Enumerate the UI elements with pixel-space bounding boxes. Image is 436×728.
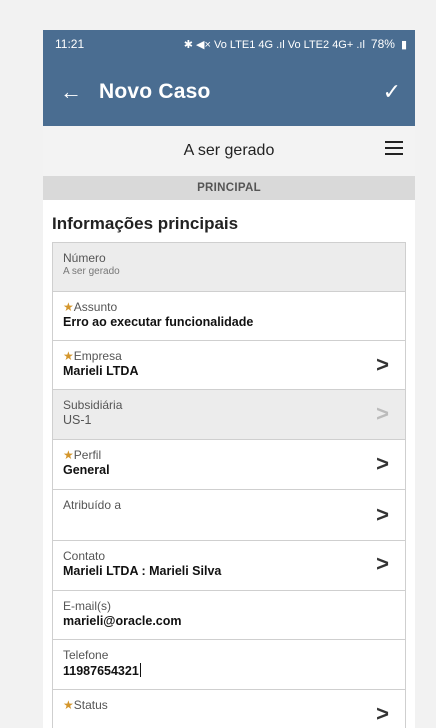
field-empresa[interactable]: ★Empresa Marieli LTDA > [52,341,406,390]
field-label: Número [63,251,106,265]
record-title: A ser gerado [183,142,275,159]
required-star-icon: ★ [63,448,74,462]
required-star-icon: ★ [63,349,74,363]
chevron-right-icon[interactable]: > [376,551,389,577]
form-fields: Número A ser gerado ★Assunto Erro ao exe… [52,242,406,728]
field-value: General [63,463,110,477]
field-label: Empresa [73,349,122,363]
chevron-right-icon: > [376,401,389,426]
field-label: Status [73,698,108,712]
chevron-right-icon[interactable]: > [376,502,389,528]
phone-screen: 11:21 ✱ ◀× Vo LTE1 4G .ıl Vo LTE2 4G+ .ı… [43,30,415,728]
field-atribuido[interactable]: Atribuído a > [52,490,406,541]
field-numero: Número A ser gerado [52,243,406,292]
field-value: Marieli LTDA [63,364,139,378]
chevron-right-icon[interactable]: > [376,352,389,378]
field-label: Subsidiária [63,398,123,412]
section-title: Informações principais [52,214,239,233]
text-cursor [139,663,141,677]
field-value: Marieli LTDA : Marieli Silva [63,564,222,578]
page-title: Novo Caso [99,80,211,103]
battery-icon: ▮ [400,38,407,51]
required-star-icon: ★ [63,698,74,712]
field-assunto[interactable]: ★Assunto Erro ao executar funcionalidade [52,292,406,341]
record-header: A ser gerado [43,126,415,176]
field-label: Contato [63,549,106,563]
field-value: US-1 [63,413,92,427]
field-label: Perfil [73,448,102,462]
field-email[interactable]: E-mail(s) marieli@oracle.com [52,591,406,640]
field-label: Assunto [73,300,118,314]
field-contato[interactable]: Contato Marieli LTDA : Marieli Silva > [52,541,406,591]
field-value: marieli@oracle.com [63,614,182,628]
phone-input-value[interactable]: 11987654321 [63,664,139,678]
tab-principal[interactable]: PRINCIPAL [43,176,415,200]
field-label: Telefone [63,648,109,662]
status-time: 11:21 [55,37,85,51]
field-value: A ser gerado [63,266,120,277]
status-indicators: ✱ ◀× Vo LTE1 4G .ıl Vo LTE2 4G+ .ıl 78% … [184,37,407,51]
field-status[interactable]: ★Status > [52,690,406,728]
hamburger-menu-icon[interactable] [385,141,403,155]
field-telefone[interactable]: Telefone 11987654321 [52,640,406,690]
field-label: E-mail(s) [63,599,111,613]
save-check-icon[interactable]: ✓ [383,79,401,105]
field-value: Erro ao executar funcionalidade [63,315,254,329]
signal-icons: ✱ ◀× Vo LTE1 4G .ıl Vo LTE2 4G+ .ıl [183,38,365,51]
app-bar: ← Novo Caso ✓ [43,58,415,126]
field-label: Atribuído a [63,498,122,512]
chevron-right-icon[interactable]: > [376,701,389,727]
battery-level: 78% [370,37,395,51]
field-subsidiaria: Subsidiária US-1 > [52,390,406,440]
chevron-right-icon[interactable]: > [376,451,389,477]
field-perfil[interactable]: ★Perfil General > [52,440,406,490]
required-star-icon: ★ [63,300,74,314]
back-arrow-icon[interactable]: ← [43,79,99,105]
status-bar: 11:21 ✱ ◀× Vo LTE1 4G .ıl Vo LTE2 4G+ .ı… [43,30,415,58]
